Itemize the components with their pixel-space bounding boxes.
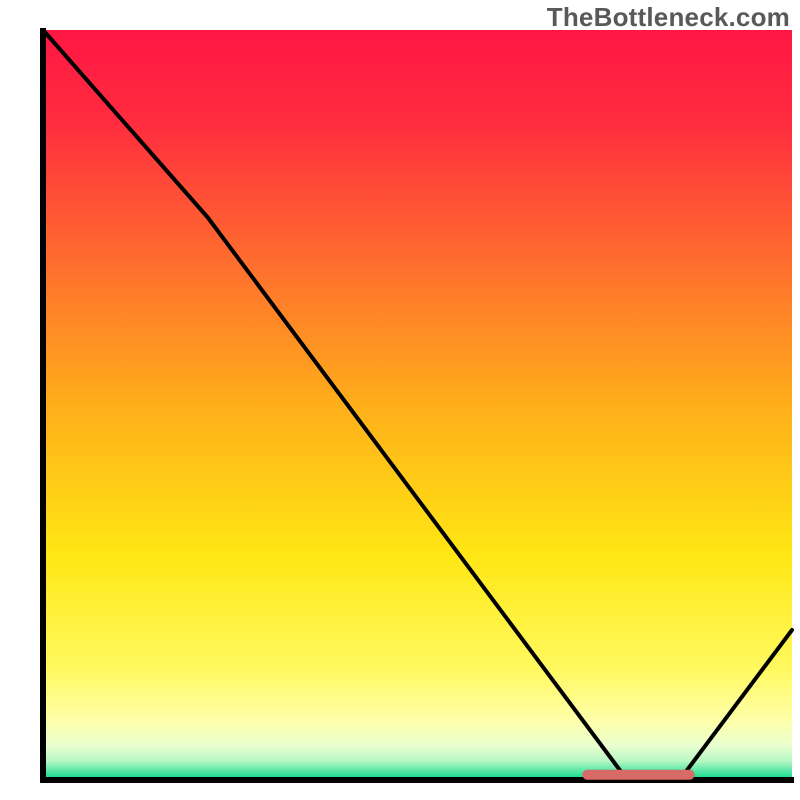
plot-background [43,30,792,780]
optimum-marker [582,770,694,780]
watermark-text: TheBottleneck.com [547,2,790,33]
bottleneck-chart [0,0,800,800]
chart-container: { "watermark": "TheBottleneck.com", "cha… [0,0,800,800]
